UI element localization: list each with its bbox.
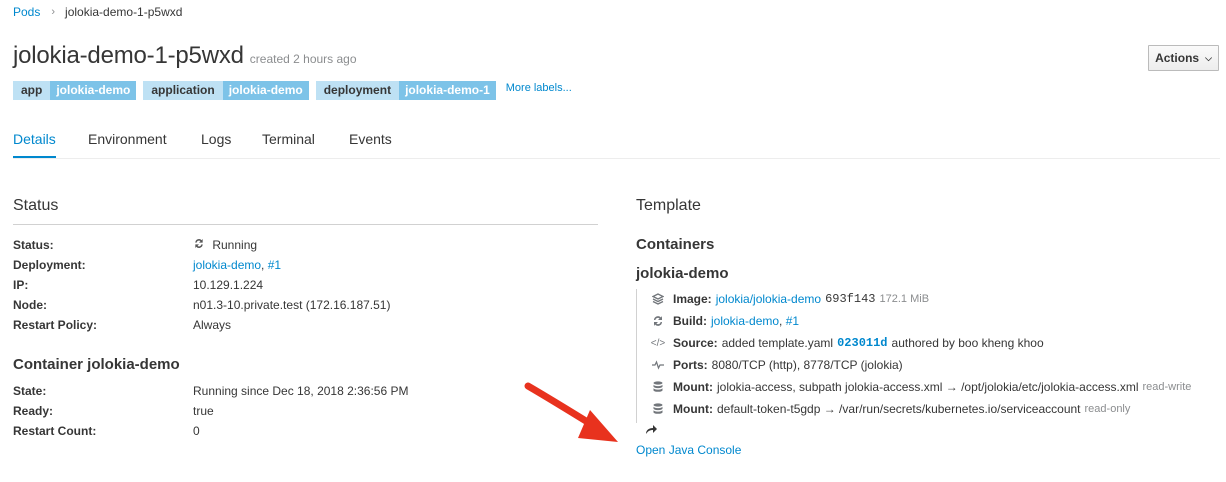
labels-list: app jolokia-demo application jolokia-dem…: [13, 81, 572, 100]
status-heading: Status: [13, 197, 59, 214]
ready-label: Ready:: [13, 404, 54, 418]
node-label: Node:: [13, 298, 47, 312]
template-heading: Template: [636, 197, 701, 214]
source-label: Source:: [673, 336, 718, 350]
state-value: Running since Dec 18, 2018 2:36:56 PM: [193, 384, 409, 398]
state-label: State:: [13, 384, 47, 398]
tab-terminal[interactable]: Terminal: [262, 131, 315, 147]
source-row: </> Source: added template.yaml 023011d …: [651, 336, 1044, 350]
mount-text: jolokia-access, subpath jolokia-access.x…: [716, 380, 1139, 394]
label-value[interactable]: jolokia-demo: [222, 81, 309, 100]
code-icon: </>: [650, 337, 666, 349]
label-key[interactable]: app: [13, 81, 51, 100]
mount-label: Mount:: [673, 380, 713, 394]
label-key[interactable]: application: [143, 81, 223, 100]
more-labels-link[interactable]: More labels...: [506, 82, 572, 94]
commit-link[interactable]: 023011d: [837, 336, 887, 350]
image-size: 172.1 MiB: [879, 293, 930, 305]
label-value[interactable]: jolokia-demo-1: [399, 81, 496, 100]
build-link[interactable]: jolokia-demo: [711, 314, 779, 328]
image-row: Image: jolokia/jolokia-demo 693f143 172.…: [651, 292, 929, 306]
deployment-link[interactable]: jolokia-demo: [193, 258, 261, 272]
ip-value: 10.129.1.224: [193, 278, 264, 292]
page-title: jolokia-demo-1-p5wxd: [13, 42, 244, 69]
breadcrumb-current: jolokia-demo-1-p5wxd: [65, 5, 183, 19]
restart-count-value: 0: [193, 424, 200, 438]
ports-label: Ports:: [673, 358, 708, 372]
share-icon[interactable]: [644, 423, 658, 438]
deployment-version-link[interactable]: #1: [268, 258, 281, 272]
page-header: jolokia-demo-1-p5wxd created 2 hours ago: [13, 42, 357, 70]
build-row: Build: jolokia-demo, #1: [651, 314, 799, 328]
status-text: Running: [212, 238, 258, 252]
image-label: Image:: [673, 292, 712, 306]
status-value: Running: [193, 238, 257, 252]
label-app[interactable]: app jolokia-demo: [13, 81, 137, 100]
chevron-right-icon: ›: [51, 6, 56, 18]
status-section-header: Status: [13, 197, 598, 225]
deployment-value: jolokia-demo, #1: [193, 258, 282, 272]
mount-mode: read-write: [1142, 381, 1192, 393]
tab-details[interactable]: Details: [13, 131, 56, 158]
tab-events[interactable]: Events: [349, 131, 392, 147]
containers-heading: Containers: [636, 236, 715, 253]
label-application[interactable]: application jolokia-demo: [143, 81, 309, 100]
actions-button[interactable]: Actions ⌵: [1148, 45, 1219, 71]
restart-policy-value: Always: [193, 318, 232, 332]
image-hash: 693f143: [825, 292, 876, 306]
mount-text: default-token-t5gdp → /var/run/secrets/k…: [716, 402, 1081, 416]
restart-count-label: Restart Count:: [13, 424, 97, 438]
label-deployment[interactable]: deployment jolokia-demo-1: [315, 81, 496, 100]
mount-row: Mount: jolokia-access, subpath jolokia-a…: [651, 380, 1191, 394]
database-icon: [651, 380, 665, 394]
restart-policy-label: Restart Policy:: [13, 318, 98, 332]
breadcrumb: Pods › jolokia-demo-1-p5wxd: [13, 5, 182, 19]
status-label: Status:: [13, 238, 54, 252]
pulse-icon: [651, 358, 665, 372]
breadcrumb-pods-link[interactable]: Pods: [13, 5, 40, 19]
mount-mode: read-only: [1084, 403, 1131, 415]
build-label: Build:: [673, 314, 707, 328]
mount-row: Mount: default-token-t5gdp → /var/run/se…: [651, 402, 1130, 416]
chevron-down-icon: ⌵: [1205, 52, 1212, 63]
source-text: added template.yaml: [721, 336, 834, 350]
ready-value: true: [193, 404, 214, 418]
refresh-icon: [651, 314, 665, 328]
ip-label: IP:: [13, 278, 29, 292]
label-key[interactable]: deployment: [315, 81, 400, 100]
node-value: n01.3-10.private.test (172.16.187.51): [193, 298, 391, 312]
ports-text: 8080/TCP (http), 8778/TCP (jolokia): [711, 358, 903, 372]
tab-environment[interactable]: Environment: [88, 131, 167, 147]
tab-logs[interactable]: Logs: [201, 131, 231, 147]
actions-button-label: Actions: [1155, 51, 1200, 65]
container-status-heading: Container jolokia-demo: [13, 356, 180, 373]
annotation-arrow-icon: [524, 382, 618, 442]
label-value[interactable]: jolokia-demo: [50, 81, 137, 100]
mount-label: Mount:: [673, 402, 713, 416]
database-icon: [651, 402, 665, 416]
image-link[interactable]: jolokia/jolokia-demo: [716, 292, 821, 306]
ports-row: Ports: 8080/TCP (http), 8778/TCP (joloki…: [651, 358, 903, 372]
container-details: Image: jolokia/jolokia-demo 693f143 172.…: [636, 289, 1191, 423]
deployment-label: Deployment:: [13, 258, 86, 272]
source-author: authored by boo kheng khoo: [891, 336, 1044, 350]
container-name: jolokia-demo: [636, 265, 729, 282]
refresh-icon: [193, 238, 208, 252]
created-timestamp: created 2 hours ago: [249, 52, 357, 66]
build-number-link[interactable]: #1: [786, 314, 799, 328]
layers-icon: [651, 292, 665, 306]
tab-bar: Details Environment Logs Terminal Events: [13, 129, 1220, 159]
open-java-console-link[interactable]: Open Java Console: [636, 443, 741, 457]
